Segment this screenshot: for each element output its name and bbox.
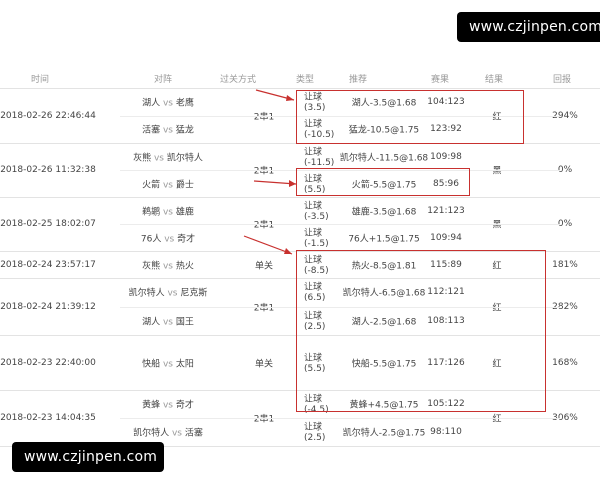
bet-time: 2018-02-24 23:57:17: [0, 259, 96, 270]
final-score: 98:110: [430, 427, 462, 437]
vs-label: vs: [160, 317, 176, 328]
column-header: 时间: [30, 75, 50, 85]
matchup: 黄蜂 vs 奇才: [142, 398, 194, 411]
sub-divider: [120, 418, 560, 419]
recommendation: 凯尔特人-11.5@1.68: [339, 153, 429, 163]
final-score: 109:98: [430, 151, 462, 162]
home-team: 灰熊: [142, 261, 161, 271]
home-team: 湖人: [142, 317, 161, 328]
matchup: 快船 vs 太阳: [142, 356, 194, 369]
header-divider: [0, 88, 600, 89]
highlight-box-3: [296, 250, 546, 412]
recommendation: 雄鹿-3.5@1.68: [351, 207, 417, 217]
column-header: 结果: [484, 75, 504, 85]
away-team: 奇才: [177, 234, 196, 244]
away-team: 奇才: [175, 400, 194, 411]
parlay-type: 单关: [254, 261, 274, 271]
away-team: 爵士: [175, 180, 194, 190]
home-team: 火箭: [142, 180, 161, 190]
matchup: 活塞 vs 猛龙: [142, 123, 194, 136]
matchup: 湖人 vs 国王: [142, 314, 194, 327]
return-rate: 0%: [557, 219, 573, 229]
matchup: 火箭 vs 爵士: [142, 177, 194, 190]
matchup: 灰熊 vs 凯尔特人: [133, 150, 203, 163]
home-team: 凯尔特人: [128, 288, 165, 299]
handicap-line: (2.5): [304, 433, 326, 443]
home-team: 凯尔特人: [133, 428, 170, 439]
bet-type: 让球: [304, 147, 323, 157]
vs-label: vs: [160, 125, 176, 136]
vs-label: vs: [151, 153, 167, 163]
row-divider: [0, 197, 600, 198]
away-team: 尼克斯: [180, 288, 208, 299]
away-team: 热火: [175, 261, 194, 271]
column-header: 赛果: [430, 75, 450, 85]
away-team: 老鹰: [175, 98, 194, 109]
matchup: 鹈鹕 vs 雄鹿: [142, 204, 194, 217]
column-header: 类型: [295, 75, 315, 85]
recommendation: 76人+1.5@1.75: [348, 234, 420, 244]
vs-label: vs: [160, 261, 176, 271]
away-team: 凯尔特人: [166, 153, 203, 163]
home-team: 76人: [140, 234, 162, 244]
bet-time: 2018-02-23 14:04:35: [0, 413, 96, 423]
highlight-box-2: [296, 168, 470, 196]
vs-label: vs: [169, 428, 185, 439]
home-team: 活塞: [142, 125, 161, 136]
matchup: 湖人 vs 老鹰: [142, 95, 194, 108]
handicap-line: (-3.5): [304, 211, 329, 222]
bet-time: 2018-02-25 18:02:07: [0, 219, 96, 229]
home-team: 湖人: [142, 98, 161, 109]
vs-label: vs: [164, 288, 181, 299]
away-team: 猛龙: [175, 125, 194, 136]
away-team: 太阳: [175, 359, 194, 369]
watermark-top: www.czjinpen.com: [457, 12, 600, 42]
return-rate: 168%: [552, 357, 578, 368]
recommendation: 凯尔特人-2.5@1.75: [342, 428, 426, 439]
home-team: 快船: [142, 359, 161, 369]
bet-time: 2018-02-26 22:46:44: [0, 110, 96, 121]
bet-time: 2018-02-24 21:39:12: [0, 301, 96, 312]
parlay-type: 单关: [254, 359, 274, 369]
matchup: 凯尔特人 vs 尼克斯: [129, 286, 208, 299]
column-header: 过关方式: [219, 75, 257, 85]
home-team: 灰熊: [133, 153, 152, 163]
column-header: 推荐: [348, 75, 368, 85]
vs-label: vs: [160, 400, 176, 411]
away-team: 活塞: [184, 428, 203, 439]
vs-label: vs: [160, 207, 176, 217]
column-header: 回报: [552, 75, 572, 85]
bet-type: 让球: [304, 228, 323, 238]
matchup: 灰熊 vs 热火: [142, 258, 194, 271]
home-team: 黄蜂: [142, 400, 161, 411]
vs-label: vs: [160, 98, 176, 109]
column-header: 对阵: [153, 75, 173, 85]
vs-label: vs: [160, 359, 176, 369]
matchup: 凯尔特人 vs 活塞: [133, 426, 203, 439]
return-rate: 0%: [557, 165, 573, 175]
bet-type: 让球: [304, 422, 323, 433]
bet-time: 2018-02-26 11:32:38: [0, 165, 96, 175]
final-score: 121:123: [427, 205, 465, 216]
away-team: 国王: [175, 317, 194, 328]
vs-label: vs: [161, 234, 178, 244]
matchup: 76人 vs 奇才: [141, 231, 195, 244]
final-score: 109:94: [430, 232, 462, 243]
watermark-bottom: www.czjinpen.com: [12, 442, 164, 472]
bet-type: 让球: [304, 201, 323, 211]
return-rate: 181%: [552, 259, 578, 270]
bet-time: 2018-02-23 22:40:00: [0, 357, 96, 368]
handicap-line: (-1.5): [304, 238, 329, 249]
vs-label: vs: [160, 180, 176, 190]
away-team: 雄鹿: [175, 207, 194, 217]
handicap-line: (-11.5): [304, 157, 335, 168]
sub-divider: [120, 224, 560, 225]
home-team: 鹈鹕: [142, 207, 161, 217]
highlight-box-1: [296, 90, 524, 144]
